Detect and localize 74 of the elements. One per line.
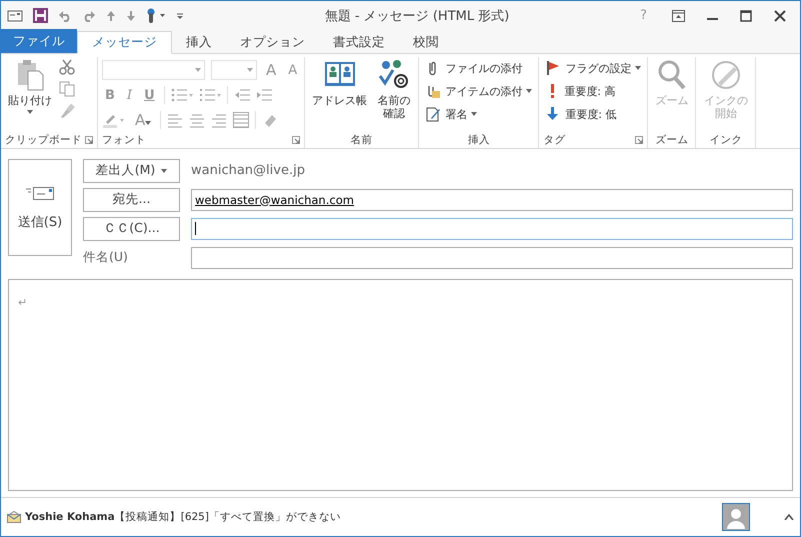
ribbon-button[interactable]: 名前の確認: [374, 57, 414, 132]
touch-icon[interactable]: [146, 8, 166, 24]
ribbon-tab[interactable]: 挿入: [172, 31, 226, 54]
sender-address: wanichan@live.jp: [191, 163, 305, 178]
group-label: ズーム: [655, 133, 688, 147]
indent-icon[interactable]: [256, 87, 272, 103]
save-icon[interactable]: [33, 8, 48, 23]
status-text: Yoshie Kohama【投稿通知】[625]「すべて置換」ができない: [25, 510, 342, 524]
recipient-field[interactable]: [191, 218, 793, 240]
group-label: インク: [709, 133, 742, 147]
ribbon-button[interactable]: 貼り付け: [5, 57, 55, 132]
ribbon-button[interactable]: 重要度: 低: [543, 104, 644, 124]
caret-icon: [247, 68, 253, 72]
window-title: 無題 - メッセージ (HTML 形式): [324, 8, 510, 24]
mail-icon: [7, 511, 21, 523]
group-label: タグ: [543, 133, 566, 147]
envelope-icon: [25, 184, 55, 200]
signature-icon: [425, 106, 442, 122]
caret-icon: [145, 121, 152, 125]
ribbon-display-icon[interactable]: [672, 10, 685, 22]
numbering-icon[interactable]: [198, 87, 221, 103]
copy-icon[interactable]: [59, 81, 75, 97]
redo-icon[interactable]: [82, 10, 96, 22]
ribbon-button[interactable]: フラグの設定: [543, 58, 644, 78]
ribbon-tab[interactable]: オプション: [226, 31, 319, 54]
group-label: 名前: [350, 133, 373, 147]
ribbon-tab[interactable]: 校閲: [399, 31, 453, 54]
ribbon-tab[interactable]: メッセージ: [77, 31, 172, 54]
ribbon-button[interactable]: 署名: [423, 104, 534, 124]
from-button[interactable]: 差出人(M): [83, 158, 180, 182]
group-label: クリップボード: [5, 133, 82, 147]
file-tab[interactable]: ファイル: [1, 29, 77, 53]
caret-up-icon[interactable]: [784, 514, 794, 520]
exclamation-icon: [550, 83, 556, 99]
customize-icon[interactable]: [176, 10, 184, 20]
people-check-icon: [378, 59, 410, 91]
avatar-icon: [722, 503, 750, 531]
launcher-icon[interactable]: [85, 136, 93, 144]
brush-icon[interactable]: [59, 103, 75, 119]
launcher-icon[interactable]: [292, 136, 300, 144]
envelope-icon[interactable]: [7, 10, 23, 22]
subject-field[interactable]: [191, 246, 793, 268]
scissors-icon[interactable]: [59, 59, 75, 75]
align-right-icon[interactable]: [211, 112, 228, 128]
down-arrow-icon[interactable]: [126, 10, 136, 22]
group-label: フォント: [102, 133, 146, 147]
ribbon-tab[interactable]: 書式設定: [319, 31, 399, 54]
align-center-icon[interactable]: [189, 112, 206, 128]
caret-icon: [161, 168, 168, 172]
undo-icon[interactable]: [58, 10, 72, 22]
eraser-icon[interactable]: [262, 112, 278, 128]
flag-icon: [545, 60, 562, 76]
caret-icon: [195, 68, 201, 72]
recipient-button[interactable]: 宛先...: [83, 188, 180, 212]
highlighter-icon[interactable]: [102, 112, 126, 128]
align-left-icon[interactable]: [167, 112, 184, 128]
ribbon-button[interactable]: アイテムの添付: [423, 81, 534, 101]
launcher-icon[interactable]: [635, 136, 644, 144]
justify-icon[interactable]: [233, 112, 250, 128]
recipient-field[interactable]: webmaster@wanichan.com: [191, 188, 793, 210]
ribbon-button[interactable]: ファイルの添付: [423, 58, 534, 78]
ribbon-button[interactable]: 重要度: 高: [543, 81, 644, 101]
outdent-icon[interactable]: [234, 87, 250, 103]
recipient-button[interactable]: ＣＣ(C)...: [83, 216, 180, 240]
subject-label: 件名(U): [83, 249, 129, 266]
close-icon[interactable]: [774, 10, 786, 22]
ribbon-button[interactable]: アドレス帳: [309, 57, 370, 132]
magnifier-icon: [656, 59, 688, 91]
send-button[interactable]: 送信(S): [8, 159, 72, 256]
group-label: 挿入: [468, 133, 490, 147]
paragraph-mark: ↵: [18, 296, 28, 309]
maximize-icon[interactable]: [740, 10, 752, 22]
up-arrow-icon[interactable]: [106, 10, 116, 22]
bullets-icon[interactable]: [170, 87, 193, 103]
